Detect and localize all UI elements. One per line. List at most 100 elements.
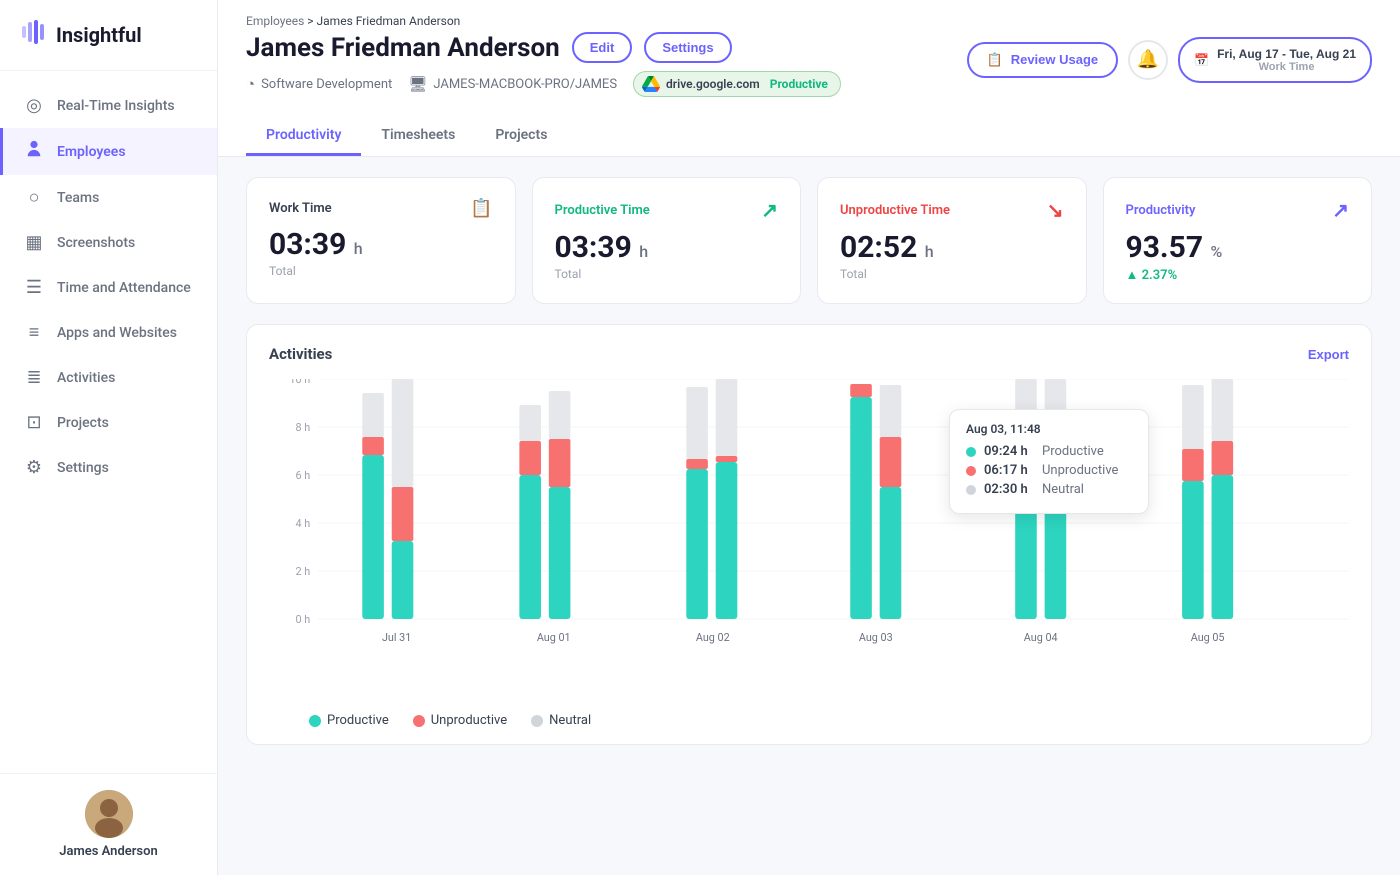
time-icon: ☰: [23, 277, 45, 298]
dept-label: Software Development: [261, 77, 392, 92]
sidebar-item-apps-websites[interactable]: ≡ Apps and Websites: [0, 310, 217, 355]
svg-text:2 h: 2 h: [296, 565, 311, 578]
tooltip-value-productive: 09:24 h: [984, 444, 1034, 459]
sidebar-item-real-time[interactable]: ◎ Real-Time Insights: [0, 83, 217, 128]
header-title-row: James Friedman Anderson Edit Settings: [246, 32, 841, 63]
svg-text:Aug 05: Aug 05: [1191, 631, 1225, 644]
tabs: Productivity Timesheets Projects: [246, 117, 1372, 156]
header-actions: 📋 Review Usage 🔔 📅 Fri, Aug 17 - Tue, Au…: [967, 37, 1372, 83]
legend-dot-unproductive: [413, 715, 425, 727]
sidebar-item-label: Apps and Websites: [57, 325, 177, 341]
sidebar-item-screenshots[interactable]: ▦ Screenshots: [0, 220, 217, 265]
date-range-label: Fri, Aug 17 - Tue, Aug 21: [1217, 47, 1356, 61]
tooltip-type-neutral: Neutral: [1042, 482, 1084, 497]
work-time-icon: 📋: [470, 198, 492, 219]
breadcrumb-child: James Friedman Anderson: [317, 14, 461, 28]
productivity-value: 93.57 %: [1126, 230, 1350, 265]
chart-tooltip: Aug 03, 11:48 09:24 h Productive 06:17 h…: [949, 409, 1149, 514]
unproductive-value: 02:52 h: [840, 230, 1064, 265]
activities-chart-card: Activities Export 10 h 8 h 6 h 4: [246, 324, 1372, 745]
activities-icon: ≣: [23, 367, 45, 388]
sidebar-item-label: Projects: [57, 415, 109, 431]
device-meta: 🖥 JAMES-MACBOOK-PRO/JAMES: [408, 75, 617, 93]
unproductive-icon: ↘: [1047, 198, 1064, 222]
breadcrumb-parent[interactable]: Employees: [246, 14, 304, 28]
productivity-icon: ↗: [1332, 198, 1349, 222]
logo-area: Insightful: [0, 0, 217, 71]
svg-text:Jul 31: Jul 31: [382, 631, 411, 644]
tab-projects[interactable]: Projects: [475, 117, 567, 156]
sidebar-item-label: Settings: [57, 460, 109, 476]
sidebar-item-time-attendance[interactable]: ☰ Time and Attendance: [0, 265, 217, 310]
sidebar-item-label: Employees: [57, 144, 126, 160]
productivity-card: Productivity ↗ 93.57 % ▲ 2.37%: [1103, 177, 1373, 304]
drive-badge: drive.google.com Productive: [633, 71, 841, 97]
sidebar-item-label: Teams: [57, 190, 99, 206]
tooltip-value-unproductive: 06:17 h: [984, 463, 1034, 478]
tab-productivity[interactable]: Productivity: [246, 117, 361, 156]
header-top: Employees > James Friedman Anderson Jame…: [246, 14, 1372, 105]
review-icon: 📋: [987, 52, 1003, 68]
sidebar-item-teams[interactable]: ○ Teams: [0, 175, 217, 220]
chart-title: Activities: [269, 345, 332, 363]
tooltip-dot-productive: [966, 447, 976, 457]
svg-text:Aug 01: Aug 01: [537, 631, 571, 644]
drive-status: Productive: [770, 77, 828, 91]
dept-meta: ◔ Software Development: [246, 75, 392, 93]
apps-icon: ≡: [23, 322, 45, 343]
bell-icon: 🔔: [1137, 49, 1159, 70]
tooltip-row-unproductive: 06:17 h Unproductive: [966, 463, 1132, 478]
svg-text:Aug 04: Aug 04: [1024, 631, 1058, 644]
tooltip-dot-neutral: [966, 485, 976, 495]
work-time-card: Work Time 📋 03:39 h Total: [246, 177, 516, 304]
sidebar-item-activities[interactable]: ≣ Activities: [0, 355, 217, 400]
legend-neutral: Neutral: [531, 713, 591, 728]
page-title: James Friedman Anderson: [246, 33, 560, 63]
export-button[interactable]: Export: [1308, 347, 1349, 362]
legend-dot-neutral: [531, 715, 543, 727]
dept-icon: ◔: [246, 75, 255, 93]
sidebar-item-label: Screenshots: [57, 235, 135, 251]
content-area: Work Time 📋 03:39 h Total Productive Tim…: [218, 157, 1400, 875]
date-range-button[interactable]: 📅 Fri, Aug 17 - Tue, Aug 21 Work Time: [1178, 37, 1372, 83]
tooltip-type-productive: Productive: [1042, 444, 1104, 459]
sidebar-item-projects[interactable]: ⊡ Projects: [0, 400, 217, 445]
productive-value: 03:39 h: [555, 230, 779, 265]
work-time-value: 03:39 h: [269, 227, 493, 262]
productive-icon: ↗: [761, 198, 778, 222]
legend-productive: Productive: [309, 713, 389, 728]
sidebar-item-employees[interactable]: Employees: [0, 128, 217, 175]
tooltip-row-neutral: 02:30 h Neutral: [966, 482, 1132, 497]
header-meta: ◔ Software Development 🖥 JAMES-MACBOOK-P…: [246, 71, 841, 97]
tooltip-row-productive: 09:24 h Productive: [966, 444, 1132, 459]
notification-button[interactable]: 🔔: [1128, 40, 1168, 80]
tab-timesheets[interactable]: Timesheets: [361, 117, 475, 156]
productive-label: Productive Time: [555, 203, 650, 218]
tooltip-date: Aug 03, 11:48: [966, 422, 1132, 436]
stats-row: Work Time 📋 03:39 h Total Productive Tim…: [246, 177, 1372, 304]
logo-icon: [20, 18, 48, 52]
productive-time-card: Productive Time ↗ 03:39 h Total: [532, 177, 802, 304]
real-time-icon: ◎: [23, 95, 45, 116]
header-left: Employees > James Friedman Anderson Jame…: [246, 14, 841, 105]
work-time-footer: Total: [269, 264, 493, 278]
svg-text:Aug 02: Aug 02: [696, 631, 730, 644]
sidebar-item-settings[interactable]: ⚙ Settings: [0, 445, 217, 490]
unproductive-time-card: Unproductive Time ↘ 02:52 h Total: [817, 177, 1087, 304]
avatar: [85, 790, 133, 838]
sidebar-item-label: Activities: [57, 370, 115, 386]
teams-icon: ○: [23, 187, 45, 208]
review-usage-button[interactable]: 📋 Review Usage: [967, 42, 1119, 78]
settings-button[interactable]: Settings: [644, 32, 731, 63]
legend-dot-productive: [309, 715, 321, 727]
tooltip-dot-unproductive: [966, 466, 976, 476]
unproductive-footer: Total: [840, 267, 1064, 281]
legend-label-productive: Productive: [327, 713, 389, 728]
chart-header: Activities Export: [269, 345, 1349, 363]
tooltip-type-unproductive: Unproductive: [1042, 463, 1118, 478]
edit-button[interactable]: Edit: [572, 32, 633, 63]
tooltip-value-neutral: 02:30 h: [984, 482, 1034, 497]
main-content: Employees > James Friedman Anderson Jame…: [218, 0, 1400, 875]
date-sub-label: Work Time: [1217, 61, 1356, 73]
sidebar-user-name: James Anderson: [59, 844, 158, 859]
